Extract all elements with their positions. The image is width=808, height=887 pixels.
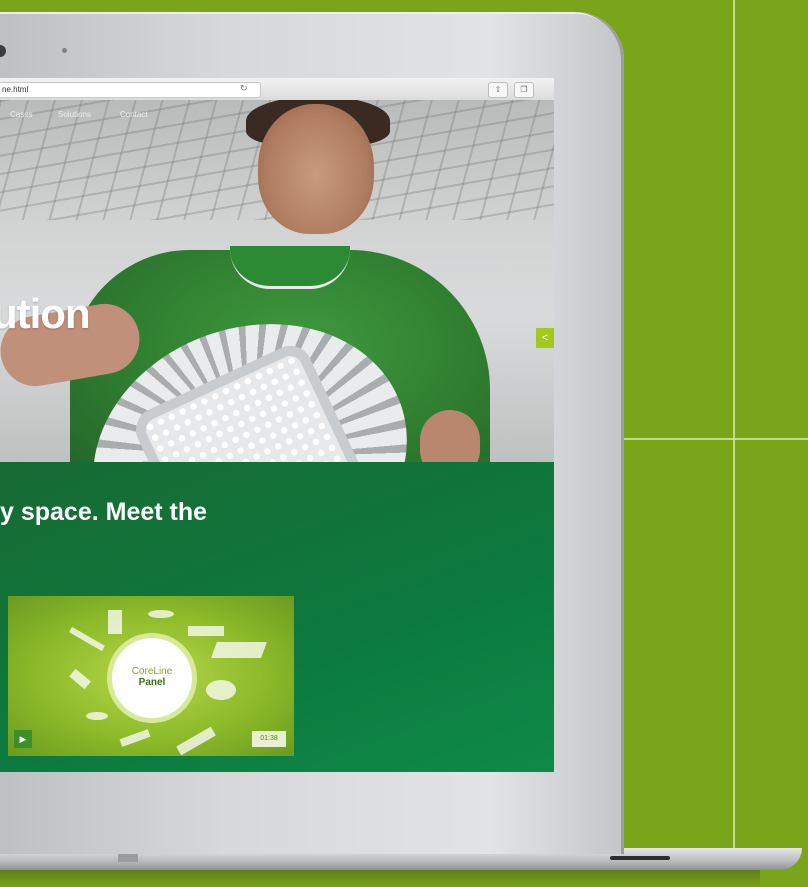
- background-divider-vertical: [733, 0, 735, 887]
- laptop-base-slot: [610, 856, 670, 860]
- fixture-illustration: [211, 642, 267, 658]
- intro-section: y space. Meet the CoreLine Panel ▶ 01:38: [0, 462, 554, 772]
- fixture-illustration: [148, 610, 174, 618]
- nav-item-cases[interactable]: Cases: [10, 110, 33, 119]
- video-title-line2: Panel: [138, 677, 166, 688]
- share-icon[interactable]: ⇧: [488, 82, 508, 98]
- microphone-dot: [62, 48, 67, 53]
- hero-banner: Cases Solutions Contact ution <: [0, 100, 554, 462]
- intro-tagline: y space. Meet the: [0, 498, 208, 526]
- fixture-illustration: [69, 668, 91, 690]
- video-player[interactable]: CoreLine Panel ▶ 01:38: [8, 596, 294, 756]
- nav-item-solutions[interactable]: Solutions: [58, 110, 91, 119]
- hero-title: ution: [0, 290, 91, 337]
- fixture-illustration: [86, 712, 108, 720]
- fixture-illustration: [69, 626, 105, 652]
- browser-toolbar: ne.html ↻ ⇧ ❐: [0, 78, 554, 101]
- person-head: [258, 104, 374, 234]
- nav-item-contact[interactable]: Contact: [120, 110, 148, 119]
- person-arm-right: [420, 410, 480, 462]
- fixture-illustration: [188, 626, 224, 636]
- background-divider-horizontal: [624, 438, 808, 440]
- laptop-screen: ne.html ↻ ⇧ ❐ Cases Solutions Contact ut…: [0, 78, 554, 772]
- reload-icon[interactable]: ↻: [240, 83, 248, 94]
- laptop-foot-shadow: [0, 870, 760, 887]
- play-icon[interactable]: ▶: [14, 730, 32, 748]
- tabs-icon[interactable]: ❐: [514, 82, 534, 98]
- video-title-line1: CoreLine: [131, 666, 173, 677]
- fixture-illustration: [108, 610, 122, 634]
- video-title-badge: CoreLine Panel: [112, 638, 192, 718]
- fixture-illustration: [176, 726, 216, 756]
- share-side-tab[interactable]: <: [536, 328, 554, 348]
- fixture-illustration: [119, 729, 151, 747]
- fixture-illustration: [206, 680, 236, 700]
- address-bar[interactable]: ne.html: [0, 82, 261, 98]
- video-duration: 01:38: [252, 731, 286, 747]
